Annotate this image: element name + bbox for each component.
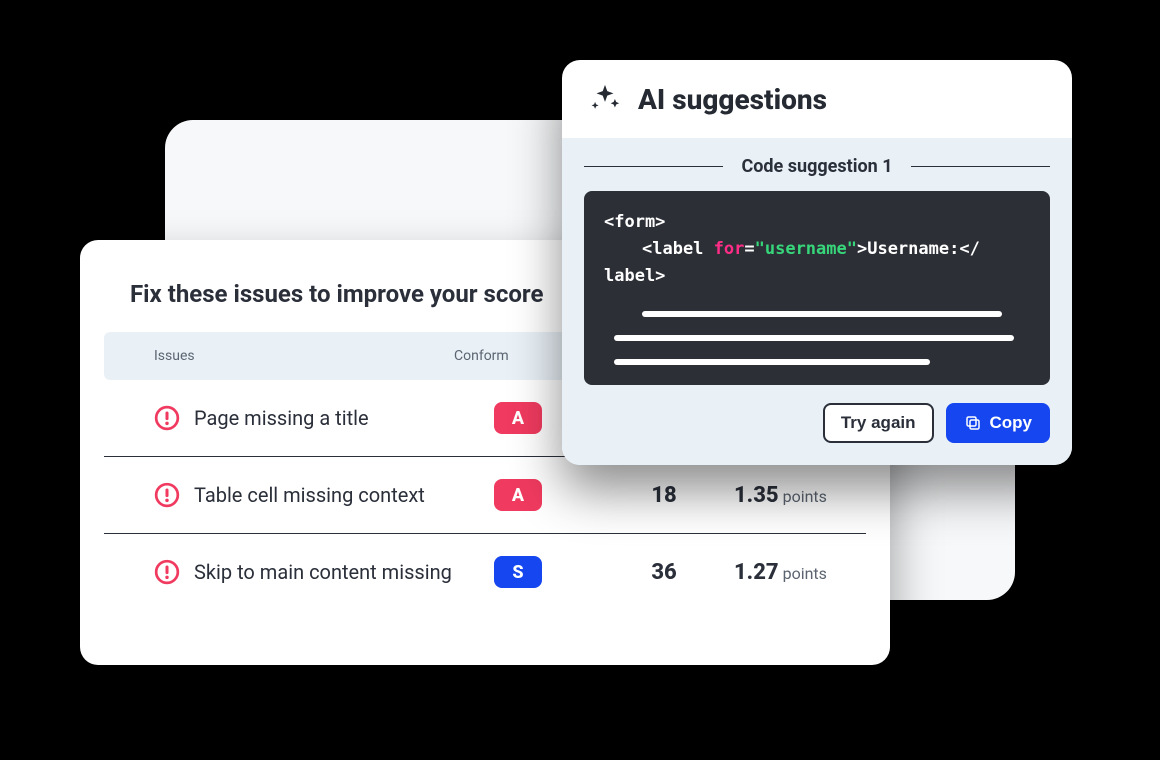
code-placeholder-line: [614, 359, 930, 365]
conformance-badge: S: [494, 556, 542, 588]
code-placeholder-line: [642, 311, 1002, 317]
issue-label-text: Skip to main content missing: [194, 560, 452, 584]
ai-popover-header: AI suggestions: [562, 60, 1072, 138]
issue-count: 36: [594, 560, 734, 585]
issue-score: 1.35points: [734, 483, 827, 508]
issue-label-text: Page missing a title: [194, 406, 369, 430]
issues-col-issue: Issues: [154, 348, 454, 364]
code-suggestion-block: <form> <label for="username">Username:</…: [584, 191, 1050, 385]
code-suggestion-label: Code suggestion 1: [584, 156, 1050, 177]
sparkles-icon: [588, 82, 622, 116]
issue-row[interactable]: Skip to main content missing S 36 1.27po…: [104, 534, 866, 610]
copy-icon: [964, 414, 982, 432]
issue-count: 18: [594, 483, 734, 508]
alert-circle-icon: [154, 405, 180, 431]
ai-popover-title: AI suggestions: [638, 83, 827, 116]
code-line: <form>: [604, 209, 1030, 236]
issue-score: 1.27points: [734, 560, 827, 585]
alert-circle-icon: [154, 559, 180, 585]
code-line: label>: [604, 263, 1030, 290]
issue-row[interactable]: Table cell missing context A 18 1.35poin…: [104, 457, 866, 534]
code-placeholder-line: [614, 335, 1014, 341]
issue-label-text: Table cell missing context: [194, 483, 425, 507]
conformance-badge: A: [494, 479, 542, 511]
code-line: <label for="username">Username:</: [604, 236, 1030, 263]
alert-circle-icon: [154, 482, 180, 508]
conformance-badge: A: [494, 402, 542, 434]
copy-button[interactable]: Copy: [946, 403, 1051, 443]
ai-suggestions-popover: AI suggestions Code suggestion 1 <form> …: [562, 60, 1072, 465]
try-again-button[interactable]: Try again: [823, 403, 934, 443]
